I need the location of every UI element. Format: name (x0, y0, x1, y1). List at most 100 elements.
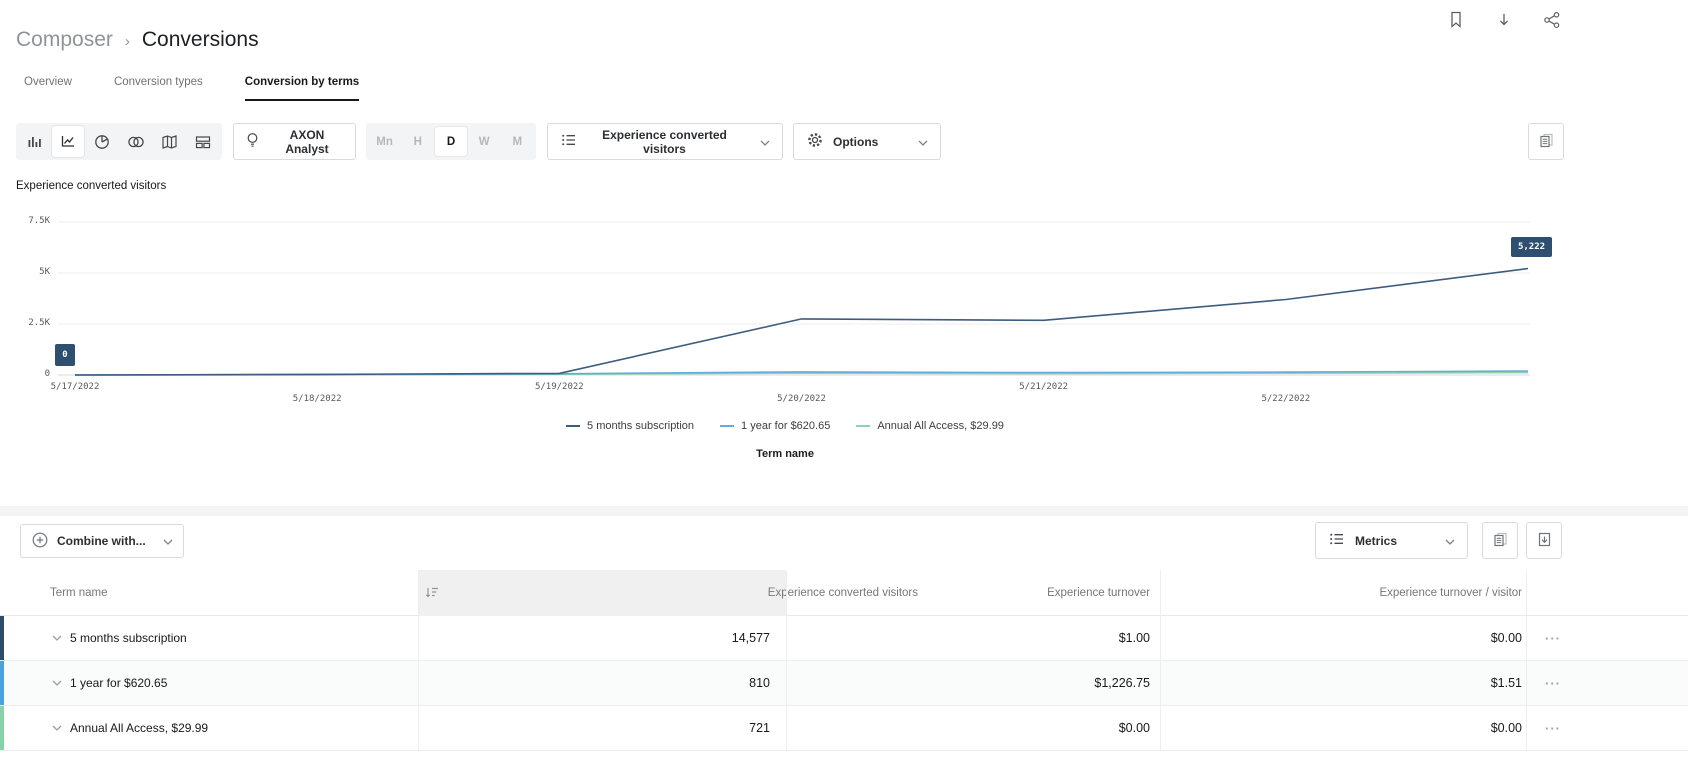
cell-turnover-per-visitor: $1.51 (1322, 661, 1522, 705)
report-export-button[interactable] (1528, 123, 1564, 160)
table-download-button[interactable] (1526, 522, 1562, 559)
granularity-minute[interactable]: Mn (369, 127, 401, 156)
chart-legend: 5 months subscription 1 year for $620.65… (0, 420, 1570, 432)
download-file-icon (1536, 531, 1553, 551)
chevron-down-icon[interactable] (52, 725, 62, 731)
plus-circle-icon (31, 531, 49, 552)
granularity-hour[interactable]: H (402, 127, 434, 156)
x-axis-tick: 5/18/2022 (277, 394, 357, 404)
legend-item[interactable]: 5 months subscription (566, 420, 694, 432)
legend-swatch (720, 425, 734, 427)
sort-descending-icon[interactable] (424, 586, 440, 604)
options-label: Options (833, 135, 878, 149)
y-axis-tick: 2.5K (10, 318, 50, 328)
gear-icon (806, 131, 824, 152)
metric-selector-dropdown[interactable]: Experience converted visitors (547, 123, 783, 160)
chevron-down-icon (760, 135, 770, 149)
top-action-bar (1445, 10, 1563, 32)
share-icon (1543, 11, 1561, 32)
column-header-term-name[interactable]: Term name (50, 570, 108, 616)
table-row[interactable]: 5 months subscription 14,577 $1.00 $0.00… (0, 616, 1688, 661)
data-point-label-start: 0 (55, 344, 75, 366)
download-arrow-icon (1495, 11, 1513, 32)
line-chart-icon[interactable] (52, 126, 84, 157)
x-axis-title: Term name (0, 448, 1570, 460)
cell-turnover: $1.00 (950, 616, 1150, 660)
column-divider (1160, 570, 1161, 751)
series-line-5-months[interactable] (75, 269, 1528, 376)
chart-title: Experience converted visitors (16, 180, 166, 192)
y-axis-tick: 0 (10, 369, 50, 379)
cell-visitors: 14,577 (570, 616, 770, 660)
legend-item[interactable]: 1 year for $620.65 (720, 420, 830, 432)
x-axis-tick: 5/21/2022 (1004, 382, 1084, 392)
chevron-down-icon (918, 135, 928, 149)
y-axis-tick: 7.5K (10, 216, 50, 226)
cell-turnover-per-visitor: $0.00 (1322, 616, 1522, 660)
bookmark-button[interactable] (1445, 10, 1467, 32)
column-divider (1526, 570, 1527, 751)
granularity-day[interactable]: D (435, 127, 467, 156)
cell-turnover-per-visitor: $0.00 (1322, 706, 1522, 750)
tab-conversion-types[interactable]: Conversion types (114, 76, 203, 101)
chevron-down-icon[interactable] (52, 635, 62, 641)
time-granularity-switcher: Mn H D W M (366, 123, 536, 160)
granularity-month[interactable]: M (501, 127, 533, 156)
tab-bar: Overview Conversion types Conversion by … (24, 76, 359, 101)
term-name[interactable]: 1 year for $620.65 (70, 676, 167, 690)
cell-visitors: 721 (570, 706, 770, 750)
chevron-down-icon (163, 534, 173, 548)
data-point-label-end: 5,222 (1511, 237, 1552, 257)
more-options-icon[interactable]: ··· (1536, 616, 1570, 660)
more-options-icon[interactable]: ··· (1536, 661, 1570, 705)
map-icon[interactable] (153, 126, 185, 157)
pie-chart-icon[interactable] (86, 126, 118, 157)
tab-conversion-by-terms[interactable]: Conversion by terms (245, 76, 359, 101)
granularity-week[interactable]: W (468, 127, 500, 156)
legend-item[interactable]: Annual All Access, $29.99 (856, 420, 1004, 432)
copy-report-icon (1538, 132, 1555, 152)
chart-toolbar: AXON Analyst Mn H D W M Experience conve… (0, 123, 1688, 161)
term-name[interactable]: Annual All Access, $29.99 (70, 721, 208, 735)
app-root: Composer › Conversions Overview Conversi… (0, 0, 1688, 759)
table-row[interactable]: 1 year for $620.65 810 $1,226.75 $1.51 ·… (0, 661, 1688, 706)
table-header-row: Term name Experience converted visitors … (0, 570, 1688, 616)
combine-with-button[interactable]: Combine with... (20, 524, 184, 558)
cell-turnover: $1,226.75 (950, 661, 1150, 705)
share-button[interactable] (1541, 10, 1563, 32)
combine-with-label: Combine with... (57, 534, 146, 548)
column-header-experience-turnover[interactable]: Experience turnover (950, 570, 1150, 616)
metrics-label: Metrics (1355, 534, 1397, 548)
copy-report-icon (1492, 531, 1509, 551)
lightbulb-icon (244, 131, 261, 152)
metric-selector-label: Experience converted visitors (587, 128, 742, 156)
breadcrumb: Composer › Conversions (16, 28, 259, 52)
bar-chart-icon[interactable] (19, 126, 51, 157)
axon-analyst-button[interactable]: AXON Analyst (233, 123, 356, 160)
cell-turnover: $0.00 (950, 706, 1150, 750)
options-dropdown[interactable]: Options (793, 123, 941, 160)
list-icon (1328, 530, 1346, 551)
column-header-experience-turnover-visitor[interactable]: Experience turnover / visitor (1322, 570, 1522, 616)
tab-overview[interactable]: Overview (24, 76, 72, 101)
layout-dashboard-icon[interactable] (187, 126, 219, 157)
x-axis-tick: 5/19/2022 (519, 382, 599, 392)
column-header-experience-converted-visitors[interactable]: Experience converted visitors (586, 570, 918, 616)
breadcrumb-separator-icon: › (125, 33, 130, 50)
chart-gridlines (58, 222, 1530, 375)
breadcrumb-parent[interactable]: Composer (16, 28, 113, 52)
metrics-dropdown[interactable]: Metrics (1315, 522, 1468, 559)
download-button[interactable] (1493, 10, 1515, 32)
cell-visitors: 810 (570, 661, 770, 705)
more-options-icon[interactable]: ··· (1536, 706, 1570, 750)
venn-diagram-icon[interactable] (120, 126, 152, 157)
legend-swatch (566, 425, 580, 427)
term-name[interactable]: 5 months subscription (70, 631, 187, 645)
table-row[interactable]: Annual All Access, $29.99 721 $0.00 $0.0… (0, 706, 1688, 751)
table-copy-button[interactable] (1482, 522, 1518, 559)
chart-type-switcher (16, 123, 222, 160)
chevron-down-icon[interactable] (52, 680, 62, 686)
legend-label: 1 year for $620.65 (741, 420, 830, 432)
section-divider (0, 506, 1688, 516)
series-color-stripe (0, 616, 4, 660)
